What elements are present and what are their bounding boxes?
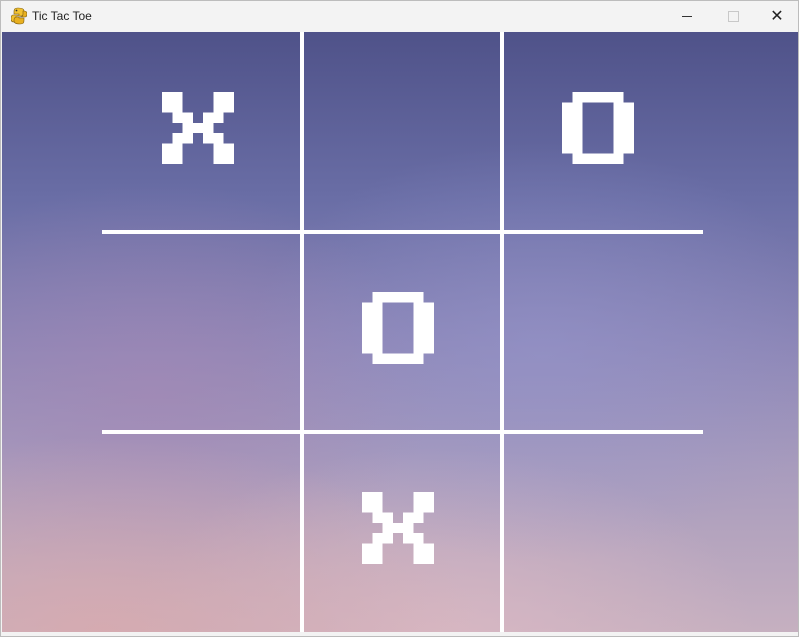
board-cell-r3-c4[interactable] xyxy=(504,434,700,630)
board-cell-r3-c2[interactable] xyxy=(104,434,300,630)
maximize-icon xyxy=(727,10,739,22)
close-button[interactable]: ✕ xyxy=(754,1,799,31)
minimize-icon xyxy=(682,15,692,17)
python-snake-icon xyxy=(10,7,28,25)
window-title: Tic Tac Toe xyxy=(32,9,92,23)
minimize-button[interactable] xyxy=(664,1,710,31)
board-cell-r2-c4[interactable] xyxy=(504,234,700,430)
o-mark-icon xyxy=(562,92,634,164)
title-bar[interactable]: Tic Tac Toe ✕ xyxy=(1,1,798,31)
x-mark-icon xyxy=(362,492,434,564)
board-cell-r1-c2[interactable] xyxy=(104,34,300,230)
o-mark-icon xyxy=(362,292,434,364)
maximize-button[interactable] xyxy=(710,1,756,31)
board-cell-r1-c3[interactable] xyxy=(304,34,500,230)
game-board[interactable] xyxy=(2,32,798,632)
close-icon: ✕ xyxy=(770,6,784,25)
game-window: Tic Tac Toe ✕ xyxy=(0,0,799,637)
board-cell-r2-c2[interactable] xyxy=(104,234,300,430)
board-cell-r3-c3[interactable] xyxy=(304,434,500,630)
board-cell-r2-c3[interactable] xyxy=(304,234,500,430)
board-cell-r1-c4[interactable] xyxy=(504,34,700,230)
x-mark-icon xyxy=(162,92,234,164)
